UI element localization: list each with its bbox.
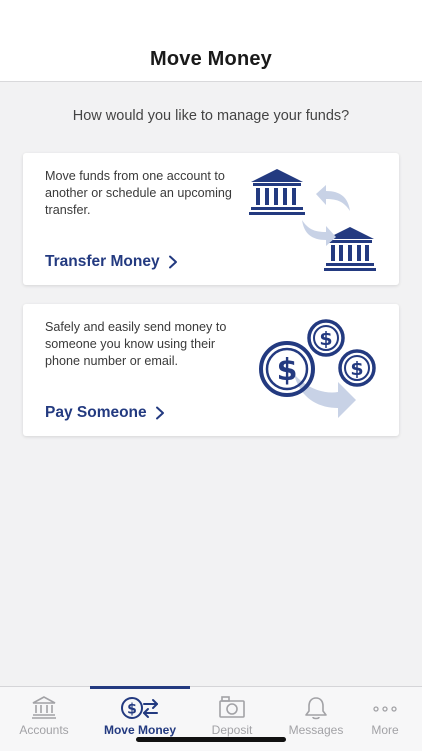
page-title: Move Money xyxy=(149,48,273,70)
svg-text:$: $ xyxy=(277,353,298,388)
bell-icon xyxy=(305,697,327,720)
dollar-coins-icon: $ $ $ xyxy=(259,319,376,418)
more-dots-icon xyxy=(373,706,397,712)
pay-someone-link[interactable]: Pay Someone xyxy=(45,404,165,422)
pay-description: Safely and easily send money to someone … xyxy=(45,320,227,368)
chevron-right-icon xyxy=(155,406,164,420)
bank-icon xyxy=(32,696,56,719)
pay-someone-label: Pay Someone xyxy=(45,404,147,421)
transfer-money-link[interactable]: Transfer Money xyxy=(45,253,178,271)
tab-accounts-label: Accounts xyxy=(19,723,69,737)
bank-transfer-icon xyxy=(249,169,376,271)
svg-text:$: $ xyxy=(319,328,332,350)
svg-text:$: $ xyxy=(127,702,137,718)
home-indicator xyxy=(136,737,286,742)
tab-more-label: More xyxy=(371,723,399,737)
chevron-right-icon xyxy=(168,255,177,269)
active-tab-indicator xyxy=(90,686,190,689)
tab-move-money-label: Move Money xyxy=(103,723,176,737)
camera-icon xyxy=(219,696,245,718)
transfer-description: Move funds from one account to another o… xyxy=(45,169,232,217)
tab-messages[interactable]: Messages xyxy=(274,687,358,751)
tab-accounts[interactable]: Accounts xyxy=(2,687,86,751)
pay-someone-card[interactable]: Safely and easily send money to someone … xyxy=(23,304,399,436)
svg-text:$: $ xyxy=(350,358,363,380)
tab-more[interactable]: More xyxy=(348,687,422,751)
tab-messages-label: Messages xyxy=(288,723,344,737)
tab-deposit-label: Deposit xyxy=(211,723,253,737)
dollar-transfer-icon: $ xyxy=(121,697,158,719)
manage-funds-prompt: How would you like to manage your funds? xyxy=(72,108,350,124)
transfer-money-card[interactable]: Move funds from one account to another o… xyxy=(23,153,399,285)
top-header: Move Money xyxy=(0,0,422,82)
transfer-money-label: Transfer Money xyxy=(45,253,160,270)
